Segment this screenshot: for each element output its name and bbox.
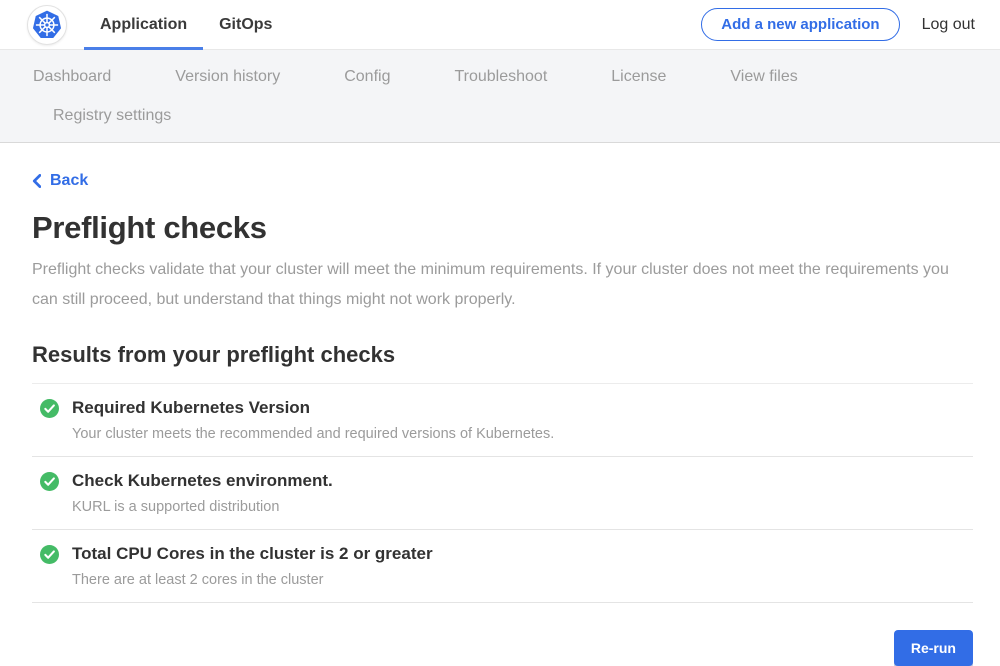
subnav-row-2: Registry settings	[33, 101, 1000, 131]
subnav-item-license[interactable]: License	[611, 62, 666, 92]
subnav-item-view-files[interactable]: View files	[730, 62, 797, 92]
check-item-cpu-cores: Total CPU Cores in the cluster is 2 or g…	[32, 530, 973, 603]
tab-application[interactable]: Application	[84, 0, 203, 50]
subnav-row-1: Dashboard Version history Config Trouble…	[33, 62, 1000, 92]
navbar-right: Add a new application Log out	[701, 8, 975, 41]
app-subnav: Dashboard Version history Config Trouble…	[0, 50, 1000, 143]
check-body: Check Kubernetes environment. KURL is a …	[72, 470, 333, 516]
primary-tabs: Application GitOps	[84, 0, 288, 50]
results-heading: Results from your preflight checks	[32, 342, 973, 368]
footer-actions: Re-run	[32, 630, 973, 666]
subnav-item-dashboard[interactable]: Dashboard	[33, 62, 111, 92]
check-item-kubernetes-version: Required Kubernetes Version Your cluster…	[32, 384, 973, 457]
check-title: Check Kubernetes environment.	[72, 470, 333, 491]
add-new-application-button[interactable]: Add a new application	[701, 8, 899, 41]
check-title: Total CPU Cores in the cluster is 2 or g…	[72, 543, 433, 564]
back-label: Back	[50, 172, 88, 190]
check-body: Total CPU Cores in the cluster is 2 or g…	[72, 543, 433, 589]
kubernetes-logo	[27, 5, 67, 45]
tab-gitops[interactable]: GitOps	[203, 0, 288, 50]
check-description: KURL is a supported distribution	[72, 499, 333, 516]
check-body: Required Kubernetes Version Your cluster…	[72, 397, 554, 443]
page-title: Preflight checks	[32, 210, 973, 246]
chevron-left-icon	[32, 174, 41, 188]
check-passed-icon	[40, 399, 59, 418]
check-description: Your cluster meets the recommended and r…	[72, 426, 554, 443]
back-link[interactable]: Back	[32, 172, 88, 190]
log-out-link[interactable]: Log out	[922, 16, 975, 34]
check-passed-icon	[40, 545, 59, 564]
subnav-item-config[interactable]: Config	[344, 62, 390, 92]
subnav-item-registry-settings[interactable]: Registry settings	[53, 101, 171, 131]
rerun-button[interactable]: Re-run	[894, 630, 973, 666]
preflight-check-list: Required Kubernetes Version Your cluster…	[32, 383, 973, 603]
page-description: Preflight checks validate that your clus…	[32, 255, 957, 315]
top-navbar: Application GitOps Add a new application…	[0, 0, 1000, 50]
check-passed-icon	[40, 472, 59, 491]
check-title: Required Kubernetes Version	[72, 397, 554, 418]
check-item-kubernetes-environment: Check Kubernetes environment. KURL is a …	[32, 457, 973, 530]
preflight-checks-page: Back Preflight checks Preflight checks v…	[0, 143, 1000, 666]
check-description: There are at least 2 cores in the cluste…	[72, 572, 433, 589]
subnav-item-troubleshoot[interactable]: Troubleshoot	[454, 62, 547, 92]
subnav-item-version-history[interactable]: Version history	[175, 62, 280, 92]
